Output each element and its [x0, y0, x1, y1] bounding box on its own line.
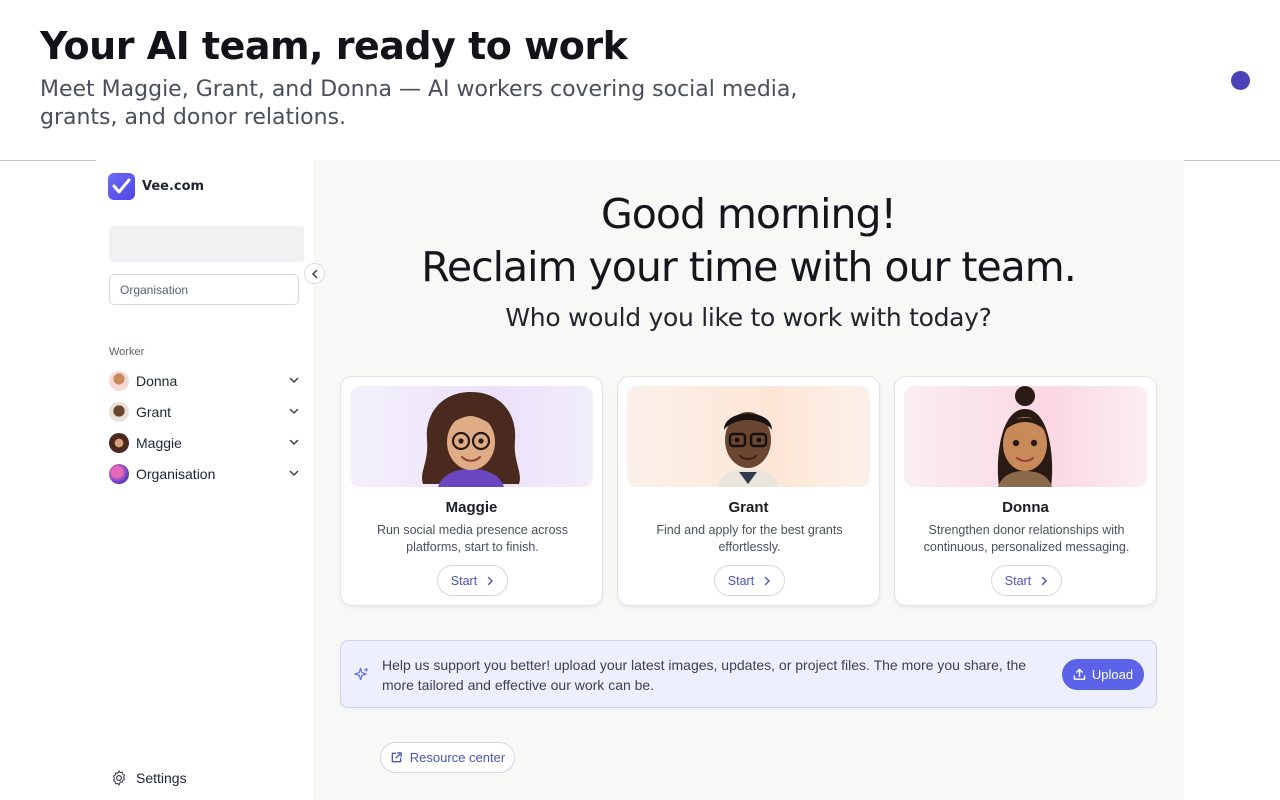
start-donna-button[interactable]: Start — [991, 565, 1062, 596]
sidebar-item-grant[interactable]: Grant — [109, 396, 301, 427]
worker-list: Donna Grant Maggie Organisation — [109, 365, 301, 489]
upload-button[interactable]: Upload — [1062, 659, 1144, 690]
sidebar-item-donna[interactable]: Donna — [109, 365, 301, 396]
card-name: Maggie — [445, 499, 498, 516]
card-name: Grant — [728, 499, 769, 516]
slide-title: Your AI team, ready to work — [40, 24, 628, 68]
card-description: Strengthen donor relationships with cont… — [923, 523, 1130, 554]
sidebar-item-label: Maggie — [136, 434, 182, 451]
divider-line — [1184, 160, 1280, 161]
decorative-dot — [1231, 71, 1250, 90]
external-link-icon — [391, 752, 402, 763]
start-label: Start — [450, 573, 478, 588]
vee-logo-icon — [108, 173, 135, 200]
card-description: Find and apply for the best grants effor… — [656, 523, 843, 554]
chevron-down-icon[interactable] — [287, 436, 301, 450]
worker-card-donna: Donna Strengthen donor relationships wit… — [894, 376, 1157, 606]
grant-portrait — [627, 386, 870, 487]
main-content: Good morning! Reclaim your time with our… — [313, 160, 1184, 800]
upload-icon — [1073, 668, 1086, 680]
slide-subtitle: Meet Maggie, Grant, and Donna — AI worke… — [40, 77, 798, 130]
chevron-right-icon — [765, 576, 771, 585]
collapse-sidebar-button[interactable] — [304, 263, 325, 284]
start-maggie-button[interactable]: Start — [437, 565, 508, 596]
start-label: Start — [727, 573, 755, 588]
maggie-avatar — [109, 432, 129, 453]
donna-avatar — [109, 370, 129, 391]
chevron-down-icon[interactable] — [287, 374, 301, 388]
gear-icon — [113, 770, 125, 786]
brand[interactable]: Vee.com — [108, 173, 204, 200]
upload-button-label: Upload — [1091, 667, 1134, 682]
resource-center-button[interactable]: Resource center — [380, 742, 515, 773]
divider-line — [0, 160, 96, 161]
worker-card-grant: Grant Find and apply for the best grants… — [617, 376, 880, 606]
resource-center-label: Resource center — [409, 750, 506, 765]
sidebar-item-label: Grant — [136, 403, 172, 420]
sidebar: Vee.com Organisation Worker Donna Grant — [96, 160, 325, 800]
chevron-right-icon — [488, 576, 494, 585]
worker-section-label: Worker — [109, 346, 145, 358]
organisation-avatar — [109, 463, 129, 484]
settings-label: Settings — [136, 770, 187, 786]
organisation-input[interactable]: Organisation — [109, 274, 299, 305]
greeting-heading: Good morning! — [601, 190, 897, 238]
question-text: Who would you like to work with today? — [505, 303, 992, 332]
grant-avatar — [109, 401, 129, 422]
chevron-down-icon[interactable] — [287, 405, 301, 419]
chevron-left-icon — [311, 269, 317, 278]
tagline-heading: Reclaim your time with our team. — [421, 243, 1077, 291]
worker-cards: Maggie Run social media presence across … — [340, 376, 1157, 606]
donna-portrait — [904, 386, 1147, 487]
start-label: Start — [1004, 573, 1032, 588]
sparkle-icon — [354, 667, 369, 681]
sidebar-item-maggie[interactable]: Maggie — [109, 427, 301, 458]
brand-name: Vee.com — [142, 179, 205, 194]
card-name: Donna — [1002, 499, 1049, 516]
start-grant-button[interactable]: Start — [714, 565, 785, 596]
maggie-portrait — [350, 386, 593, 487]
sidebar-item-label: Organisation — [136, 465, 216, 482]
app-window: Vee.com Organisation Worker Donna Grant — [96, 160, 1184, 800]
card-description: Run social media presence across platfor… — [376, 523, 569, 554]
worker-card-maggie: Maggie Run social media presence across … — [340, 376, 603, 606]
settings-button[interactable]: Settings — [110, 769, 187, 787]
sidebar-item-label: Donna — [136, 372, 178, 389]
upload-prompt-banner: Help us support you better! upload your … — [340, 640, 1157, 708]
chevron-right-icon — [1042, 576, 1048, 585]
chevron-down-icon[interactable] — [287, 467, 301, 481]
sidebar-item-organisation[interactable]: Organisation — [109, 458, 301, 489]
upload-message: Help us support you better! upload your … — [382, 657, 1027, 693]
loading-placeholder — [109, 226, 304, 262]
organisation-input-placeholder: Organisation — [120, 282, 189, 297]
